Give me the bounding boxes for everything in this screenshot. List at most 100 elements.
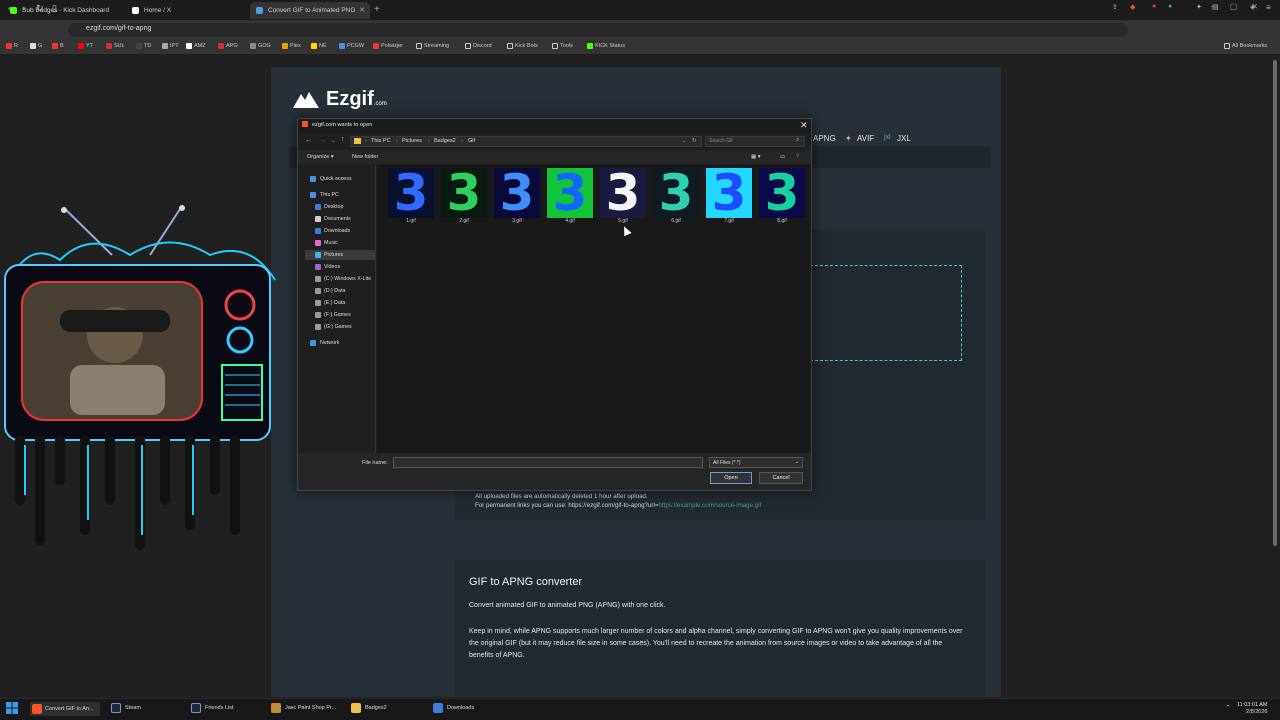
- extension-icon[interactable]: ●: [1152, 3, 1156, 10]
- brave-shields-icon[interactable]: ◆: [1130, 3, 1135, 11]
- breadcrumb-item[interactable]: Badges2: [434, 138, 456, 144]
- bookmark-yt[interactable]: YT: [78, 43, 93, 49]
- help-icon[interactable]: ?: [796, 154, 799, 160]
- forward-icon[interactable]: ›: [22, 3, 25, 13]
- nav-drive-d[interactable]: (D:) Data: [305, 286, 381, 296]
- all-bookmarks[interactable]: All Bookmarks: [1224, 43, 1267, 49]
- bookmark-polwizjer[interactable]: Polwizjer: [373, 43, 403, 49]
- preview-pane-icon[interactable]: ▭: [780, 154, 785, 160]
- bookmark-icon[interactable]: ▯: [52, 3, 57, 14]
- bookmark-label: Plex: [290, 43, 301, 49]
- file-item[interactable]: 3 8.gif: [757, 168, 807, 228]
- new-tab-button[interactable]: +: [374, 2, 380, 18]
- up-icon[interactable]: ↑: [341, 136, 345, 143]
- permanent-link-example[interactable]: https://example.com/source-image.gif: [658, 502, 761, 509]
- view-options-icon[interactable]: ▦ ▾: [751, 154, 761, 160]
- extensions-icon[interactable]: ✦: [1196, 3, 1202, 11]
- nav-downloads[interactable]: Downloads: [305, 226, 381, 236]
- taskbar-item-badges2[interactable]: Badges2: [351, 703, 387, 713]
- nav-apng[interactable]: APNG: [813, 134, 836, 143]
- bookmark-discord[interactable]: Discord: [465, 43, 492, 49]
- file-item[interactable]: 3 5.gif: [598, 168, 648, 228]
- file-type-select[interactable]: All Files (*.*) ⌄: [709, 457, 803, 468]
- nav-drive-e[interactable]: (E:) Data: [305, 298, 381, 308]
- tray-chevron-icon[interactable]: ⌃: [1225, 704, 1231, 712]
- nav-drive-f[interactable]: (F:) Games: [305, 310, 381, 320]
- nav-videos[interactable]: Videos: [305, 262, 381, 272]
- chevron-down-icon[interactable]: ⌄: [331, 137, 336, 144]
- cancel-button[interactable]: Cancel: [759, 472, 803, 484]
- window-controls[interactable]: –▢✕: [1211, 2, 1272, 11]
- converter-note: Keep in mind, while APNG supports much l…: [469, 628, 963, 659]
- breadcrumb-item[interactable]: Gif: [468, 138, 475, 144]
- breadcrumb-item[interactable]: This PC: [371, 138, 391, 144]
- nav-desktop[interactable]: Desktop: [305, 202, 381, 212]
- nav-drive-c[interactable]: (C:) Windows X-Lite: [305, 274, 381, 284]
- taskbar-item-paintshop[interactable]: Jasc Paint Shop Pr...: [271, 703, 336, 713]
- back-icon[interactable]: ‹: [8, 3, 11, 13]
- windows-start-icon[interactable]: [6, 702, 18, 714]
- bookmark-plex[interactable]: Plex: [282, 43, 301, 49]
- bookmark-gog[interactable]: GOG: [250, 43, 271, 49]
- dialog-close-icon[interactable]: ✕: [800, 120, 808, 131]
- tab-x[interactable]: Home / X: [126, 2, 246, 19]
- bookmark-ipt[interactable]: IPT: [162, 43, 179, 49]
- nav-drive-g[interactable]: (G:) Games: [305, 322, 381, 332]
- nav-network[interactable]: Network: [302, 338, 378, 348]
- system-clock[interactable]: 11:03:01 AM 2/8/2026: [1237, 702, 1267, 716]
- open-button[interactable]: Open: [710, 472, 752, 484]
- file-item[interactable]: 3 7.gif: [704, 168, 754, 228]
- bookmark-pcgw[interactable]: PCGW: [339, 43, 364, 49]
- file-item[interactable]: 3 1.gif: [386, 168, 436, 228]
- breadcrumb-item[interactable]: Pictures: [402, 138, 422, 144]
- menu-icon[interactable]: ≡: [1266, 3, 1271, 12]
- bookmark-g[interactable]: G: [30, 43, 42, 49]
- nav-this-pc[interactable]: This PC: [302, 190, 378, 200]
- file-name-input[interactable]: [393, 457, 703, 468]
- chevron-down-icon[interactable]: ⌄: [682, 138, 687, 144]
- nav-documents[interactable]: Documents: [305, 214, 381, 224]
- site-logo[interactable]: Ezgif.com: [326, 88, 387, 111]
- nav-pictures[interactable]: Pictures: [305, 250, 375, 260]
- back-icon[interactable]: ←: [305, 137, 312, 144]
- file-drop-zone[interactable]: [810, 265, 962, 361]
- bookmark-r[interactable]: R: [6, 43, 18, 49]
- nav-jxl[interactable]: JXL: [897, 134, 911, 143]
- file-item[interactable]: 3 2.gif: [439, 168, 489, 228]
- organize-button[interactable]: Organize ▾: [307, 154, 334, 160]
- file-item[interactable]: 3 6.gif: [651, 168, 701, 228]
- page-scrollbar[interactable]: [1273, 60, 1277, 546]
- taskbar-item-steam[interactable]: Steam: [111, 703, 141, 713]
- nav-music[interactable]: Music: [305, 238, 381, 248]
- address-bar[interactable]: [68, 23, 1128, 37]
- taskbar-item-friends[interactable]: Friends List: [191, 703, 233, 713]
- bookmark-streaming[interactable]: Streaming: [416, 43, 449, 49]
- reload-icon[interactable]: ↻: [36, 3, 44, 14]
- close-tab-icon[interactable]: ✕: [359, 2, 365, 19]
- bookmark-amz[interactable]: AMZ: [186, 43, 206, 49]
- bookmark-sul[interactable]: SUL: [106, 43, 125, 49]
- refresh-icon[interactable]: ↻: [692, 138, 697, 144]
- paintshop-icon: [271, 703, 281, 713]
- bookmark-b[interactable]: B: [52, 43, 64, 49]
- share-icon[interactable]: ⇪: [1112, 3, 1118, 11]
- tab-ezgif[interactable]: Convert GIF to Animated PNG ✕: [250, 2, 370, 19]
- forward-icon[interactable]: →: [319, 137, 326, 144]
- new-folder-button[interactable]: New folder: [352, 154, 378, 160]
- file-item[interactable]: 3 3.gif: [492, 168, 542, 228]
- sidebar-icon[interactable]: ▤: [1212, 3, 1219, 11]
- nav-quick-access[interactable]: Quick access: [302, 174, 378, 184]
- bookmark-ne[interactable]: NE: [311, 43, 327, 49]
- taskbar-item-downloads[interactable]: Downloads: [433, 703, 474, 713]
- bookmark-apg[interactable]: APG: [218, 43, 238, 49]
- bookmark-td[interactable]: TD: [136, 43, 151, 49]
- extension-icon[interactable]: ●: [1168, 3, 1172, 10]
- bookmark-kick-bots[interactable]: Kick Bots: [507, 43, 538, 49]
- wallet-icon[interactable]: ◈: [1250, 3, 1255, 11]
- nav-avif[interactable]: AVIF: [857, 134, 874, 143]
- taskbar-item-browser[interactable]: Convert GIF to An...: [30, 702, 100, 716]
- file-item[interactable]: 3 4.gif: [545, 168, 595, 228]
- bookmark-kick-status[interactable]: KICK Status: [587, 43, 625, 49]
- url-text[interactable]: ezgif.com/gif-to-apng: [86, 25, 151, 32]
- bookmark-tools[interactable]: Tools: [552, 43, 573, 49]
